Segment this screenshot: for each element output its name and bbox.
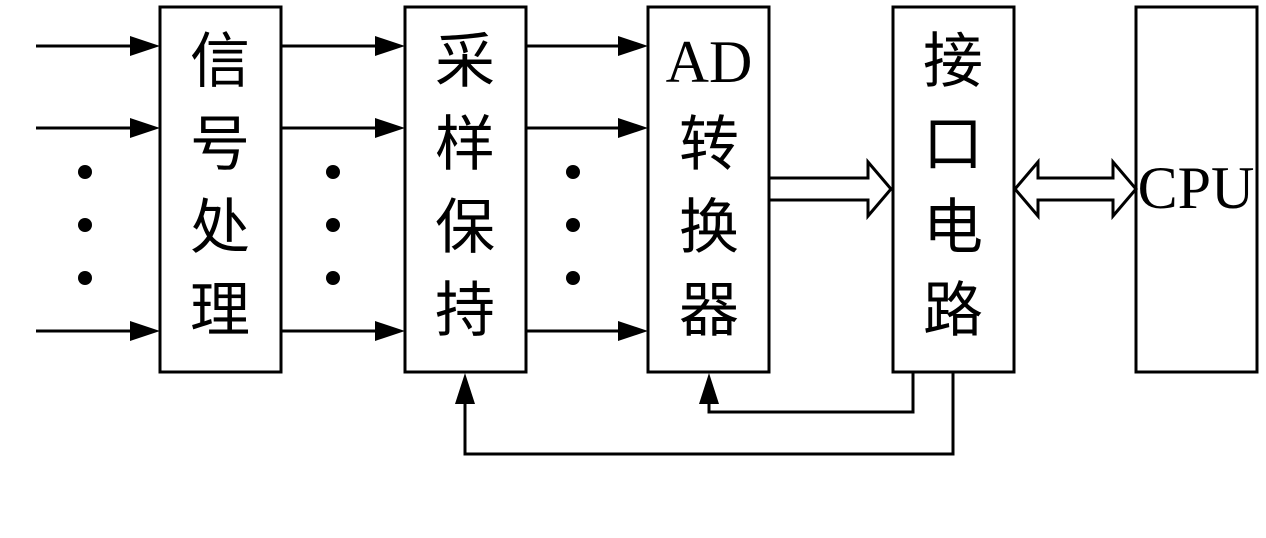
interface-circuit-block: 接 口 电 路 xyxy=(891,5,1016,374)
sample-hold-control-arrowhead xyxy=(455,373,475,404)
channel-arrowhead-1 xyxy=(618,36,648,56)
cpu-block: CPU xyxy=(1134,5,1259,374)
ellipsis-dot xyxy=(566,165,580,179)
signal-processing-char-2: 号 xyxy=(190,110,250,180)
sample-hold-char-2: 样 xyxy=(435,110,495,180)
input-arrowhead-2 xyxy=(130,118,160,138)
input-arrowhead-n xyxy=(130,321,160,341)
interface-circuit-char-1: 接 xyxy=(923,27,983,97)
interface-circuit-char-3: 电 xyxy=(923,193,983,263)
ad-converter-char-4: 器 xyxy=(679,276,739,346)
block-diagram: 信 号 处 理 采 样 保 持 AD 转 换 器 接 口 电 路 CPU xyxy=(36,5,1259,456)
sample-hold-char-4: 持 xyxy=(435,276,495,346)
ad-converter-label-ad: AD xyxy=(666,29,753,95)
sample-hold-char-1: 采 xyxy=(435,27,495,97)
ad-control-line xyxy=(699,373,915,414)
signal-processing-char-4: 理 xyxy=(190,276,250,346)
input-arrows xyxy=(36,36,160,341)
ad-control-arrowhead xyxy=(699,373,719,404)
signal-to-sample-arrows xyxy=(282,36,405,341)
ellipsis-dot xyxy=(326,218,340,232)
sample-hold-char-3: 保 xyxy=(435,193,495,263)
ellipsis-dot xyxy=(78,218,92,232)
ad-converter-block: AD 转 换 器 xyxy=(646,5,771,374)
channel-arrowhead-2 xyxy=(375,118,405,138)
ad-control-wire xyxy=(707,373,915,414)
interface-circuit-char-4: 路 xyxy=(923,276,983,346)
channel-arrowhead-2 xyxy=(618,118,648,138)
signal-processing-char-3: 处 xyxy=(190,193,250,263)
sample-to-ad-arrows xyxy=(527,36,648,341)
ellipsis-dot xyxy=(566,271,580,285)
ellipsis-dot xyxy=(78,271,92,285)
ellipsis-dot xyxy=(566,218,580,232)
signal-processing-block: 信 号 处 理 xyxy=(158,5,283,374)
cpu-label: CPU xyxy=(1138,155,1255,221)
interface-circuit-char-2: 口 xyxy=(923,110,983,180)
channel-arrowhead-1 xyxy=(375,36,405,56)
ellipsis-dot xyxy=(326,271,340,285)
bidirectional-bus-arrow xyxy=(1013,157,1138,221)
ellipsis-dot xyxy=(326,165,340,179)
input-arrowhead-1 xyxy=(130,36,160,56)
channel-arrowhead-n xyxy=(618,321,648,341)
ellipsis-dot xyxy=(78,165,92,179)
data-bus-arrow xyxy=(770,157,893,221)
sample-hold-block: 采 样 保 持 xyxy=(403,5,528,374)
channel-arrowhead-n xyxy=(375,321,405,341)
signal-processing-char-1: 信 xyxy=(190,27,250,97)
ad-converter-char-2: 转 xyxy=(679,110,739,180)
ad-converter-char-3: 换 xyxy=(679,193,739,263)
